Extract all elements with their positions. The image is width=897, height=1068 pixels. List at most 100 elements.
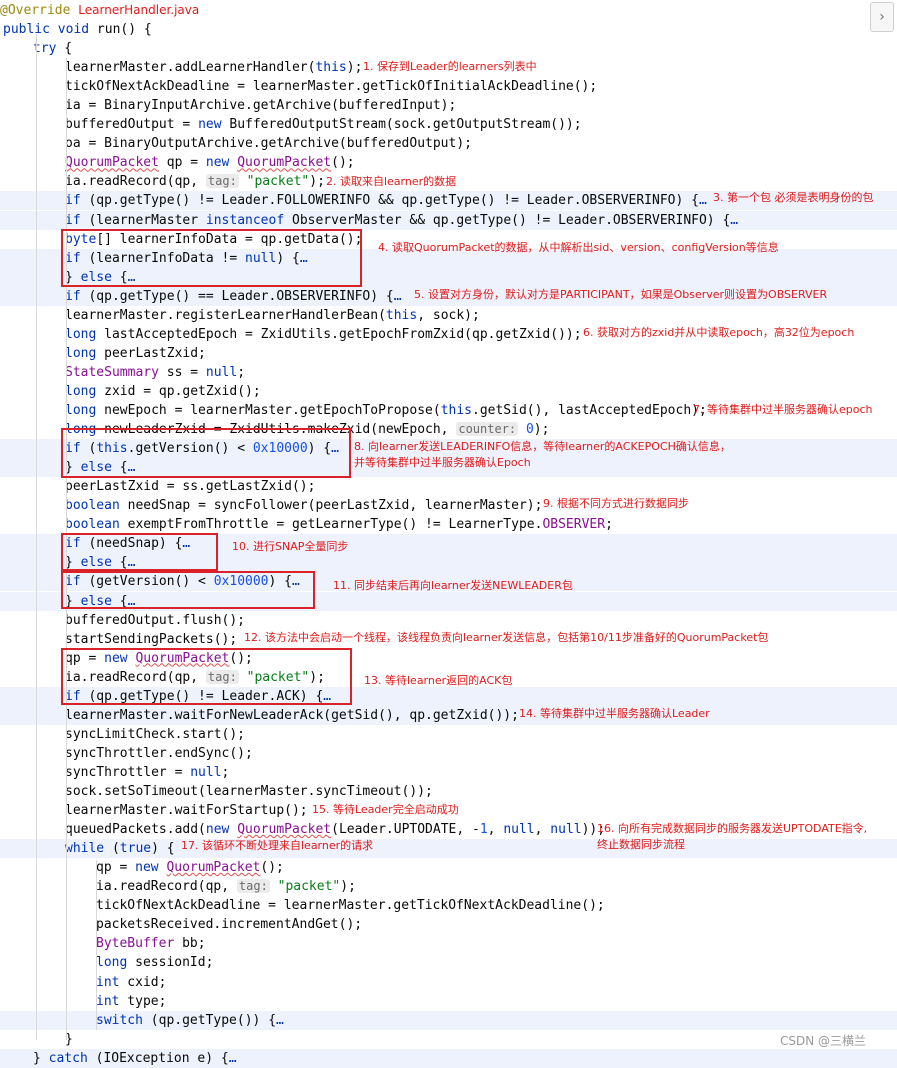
code-line[interactable]: } <box>0 1030 897 1049</box>
code-line[interactable]: learnerMaster.waitForNewLeaderAck(getSid… <box>0 705 897 725</box>
code-line[interactable]: bufferedOutput = new BufferedOutputStrea… <box>0 115 897 134</box>
code-text: syncLimitCheck.start(); <box>65 726 246 742</box>
annotation-note: 16. 向所有完成数据同步的服务器发送UPTODATE指令, 终止数据同步流程 <box>597 822 868 851</box>
code-text: tickOfNextAckDeadline = learnerMaster.ge… <box>96 898 605 914</box>
annotation-note: 13. 等待learner返回的ACK包 <box>364 674 513 687</box>
code-text: learnerMaster.addLearnerHandler(this); <box>65 60 363 76</box>
code-text: boolean exemptFromThrottle = getLearnerT… <box>65 517 613 533</box>
code-text: long peerLastZxid; <box>65 345 206 361</box>
code-line[interactable]: tickOfNextAckDeadline = learnerMaster.ge… <box>0 77 897 96</box>
code-text: qp = new QuorumPacket(); <box>96 860 284 876</box>
code-text: long newEpoch = learnerMaster.getEpochTo… <box>65 403 707 418</box>
code-text: learnerMaster.waitForNewLeaderAck(getSid… <box>65 707 519 723</box>
expand-panel-button[interactable]: › <box>870 2 894 32</box>
code-line[interactable]: try { <box>0 39 897 58</box>
code-text: long sessionId; <box>96 955 214 971</box>
code-line[interactable]: StateSummary ss = null; <box>0 363 897 382</box>
code-text: peerLastZxid = ss.getLastZxid(); <box>65 479 316 495</box>
code-line[interactable]: peerLastZxid = ss.getLastZxid(); <box>0 477 897 496</box>
code-text: boolean needSnap = syncFollower(peerLast… <box>65 498 543 514</box>
code-text: bufferedOutput.flush(); <box>65 612 246 628</box>
code-text: syncThrottler = null; <box>65 764 230 780</box>
code-text: while (true) { <box>65 841 175 857</box>
code-text: public void run() { <box>3 22 152 37</box>
annotation-note: 9. 根据不同方式进行数据同步 <box>543 497 689 510</box>
code-line[interactable]: long zxid = qp.getZxid(); <box>0 382 897 401</box>
code-text: StateSummary ss = null; <box>65 364 246 380</box>
code-line[interactable]: ByteBuffer bb; <box>0 934 897 953</box>
annotation-note: 8. 向learner发送LEADERINFO信息，等待learner的ACKE… <box>354 440 731 469</box>
annotation-note: 10. 进行SNAP全量同步 <box>232 540 349 553</box>
code-line[interactable]: oa = BinaryOutputArchive.getArchive(buff… <box>0 134 897 153</box>
code-line[interactable]: QuorumPacket qp = new QuorumPacket(); <box>0 153 897 172</box>
annotation-note: 1. 保存到Leader的learners列表中 <box>363 60 537 73</box>
code-line[interactable]: qp = new QuorumPacket(); <box>0 858 897 877</box>
file-title: LearnerHandler.java <box>78 3 200 17</box>
code-text: tickOfNextAckDeadline = learnerMaster.ge… <box>65 79 598 95</box>
code-line[interactable]: ia = BinaryInputArchive.getArchive(buffe… <box>0 96 897 115</box>
code-line[interactable]: if (learnerMaster instanceof ObserverMas… <box>0 210 897 230</box>
code-line[interactable]: ia.readRecord(qp, tag: "packet"); <box>0 877 897 896</box>
annotation-note: 7. 等待集群中过半服务器确认epoch <box>693 403 873 416</box>
code-text: int type; <box>96 993 167 1009</box>
indent-guide <box>36 34 37 1040</box>
code-text: switch (qp.getType()) {… <box>96 1012 284 1028</box>
code-text: oa = BinaryOutputArchive.getArchive(buff… <box>65 136 472 152</box>
code-line[interactable]: switch (qp.getType()) {… <box>0 1010 897 1030</box>
code-text: ia.readRecord(qp, tag: "packet"); <box>96 879 356 895</box>
code-text: if (qp.getType() != Leader.FOLLOWERINFO … <box>65 193 707 209</box>
code-text: ia = BinaryInputArchive.getArchive(buffe… <box>65 98 457 114</box>
code-line[interactable]: syncThrottler.endSync(); <box>0 744 897 763</box>
indent-guide <box>96 860 97 1030</box>
code-line[interactable]: bufferedOutput.flush(); <box>0 611 897 630</box>
code-text: ia.readRecord(qp, tag: "packet"); <box>65 174 325 190</box>
code-text: if (learnerMaster instanceof ObserverMas… <box>65 212 739 228</box>
code-text: try { <box>33 41 73 57</box>
annotation-note: 12. 该方法中会启动一个线程，该线程负责向learner发送信息，包括第10/… <box>244 631 769 644</box>
code-text: long lastAcceptedEpoch = ZxidUtils.getEp… <box>65 326 582 342</box>
code-text: queuedPackets.add(new QuorumPacket(Leade… <box>65 822 606 838</box>
code-line[interactable]: long sessionId; <box>0 953 897 972</box>
override-annotation: @Override <box>0 3 71 18</box>
code-line[interactable]: syncThrottler = null; <box>0 763 897 782</box>
code-line[interactable]: long peerLastZxid; <box>0 344 897 363</box>
code-text: learnerMaster.registerLearnerHandlerBean… <box>65 307 480 323</box>
annotation-note: 6. 获取对方的zxid并从中读取epoch，高32位为epoch <box>583 326 855 339</box>
annotation-note: 11. 同步结束后再向learner发送NEWLEADER包 <box>333 579 573 592</box>
code-text: packetsReceived.incrementAndGet(); <box>96 917 363 933</box>
code-text: bufferedOutput = new BufferedOutputStrea… <box>65 117 582 133</box>
annotation-note: 17. 该循环不断处理来自learner的请求 <box>181 839 374 852</box>
code-line[interactable]: int cxid; <box>0 973 897 992</box>
highlight-box <box>61 229 362 287</box>
code-line[interactable]: int type; <box>0 992 897 1011</box>
annotation-note: 5. 设置对方身份，默认对方是PARTICIPANT，如果是Observer则设… <box>414 288 828 301</box>
code-line[interactable]: tickOfNextAckDeadline = learnerMaster.ge… <box>0 896 897 915</box>
code-text: QuorumPacket qp = new QuorumPacket(); <box>65 155 355 171</box>
annotation-note: 15. 等待Leader完全启动成功 <box>312 803 459 816</box>
code-line[interactable]: sock.setSoTimeout(learnerMaster.syncTime… <box>0 782 897 801</box>
code-text: sock.setSoTimeout(learnerMaster.syncTime… <box>65 784 433 799</box>
code-line[interactable]: } catch (IOException e) {… <box>0 1048 897 1068</box>
watermark: CSDN @三横兰 <box>780 1034 867 1048</box>
code-text: syncThrottler.endSync(); <box>65 745 253 761</box>
annotation-note: 3. 第一个包 必须是表明身份的包 <box>713 191 874 204</box>
code-line-annotation: @Override LearnerHandler.java <box>0 1 897 20</box>
annotation-note: 4. 读取QuorumPacket的数据，从中解析出sid、version、co… <box>378 241 779 254</box>
code-text: learnerMaster.waitForStartup(); <box>65 803 308 819</box>
highlight-box <box>61 533 218 571</box>
code-text: long zxid = qp.getZxid(); <box>65 383 261 399</box>
code-line[interactable]: syncLimitCheck.start(); <box>0 725 897 744</box>
code-text: int cxid; <box>96 974 167 990</box>
code-line[interactable]: boolean needSnap = syncFollower(peerLast… <box>0 496 897 515</box>
code-line[interactable]: public void run() { <box>0 20 897 39</box>
code-line[interactable]: learnerMaster.registerLearnerHandlerBean… <box>0 306 897 325</box>
annotation-note: 14. 等待集群中过半服务器确认Leader <box>519 707 710 720</box>
highlight-box <box>61 428 351 478</box>
code-text: ByteBuffer bb; <box>96 936 206 952</box>
highlight-box <box>61 648 352 705</box>
annotation-note: 2. 读取来自learner的数据 <box>326 175 457 188</box>
code-line[interactable]: boolean exemptFromThrottle = getLearnerT… <box>0 515 897 534</box>
code-line[interactable]: packetsReceived.incrementAndGet(); <box>0 915 897 934</box>
chevron-right-icon: › <box>879 9 885 25</box>
code-text: } catch (IOException e) {… <box>33 1050 237 1066</box>
